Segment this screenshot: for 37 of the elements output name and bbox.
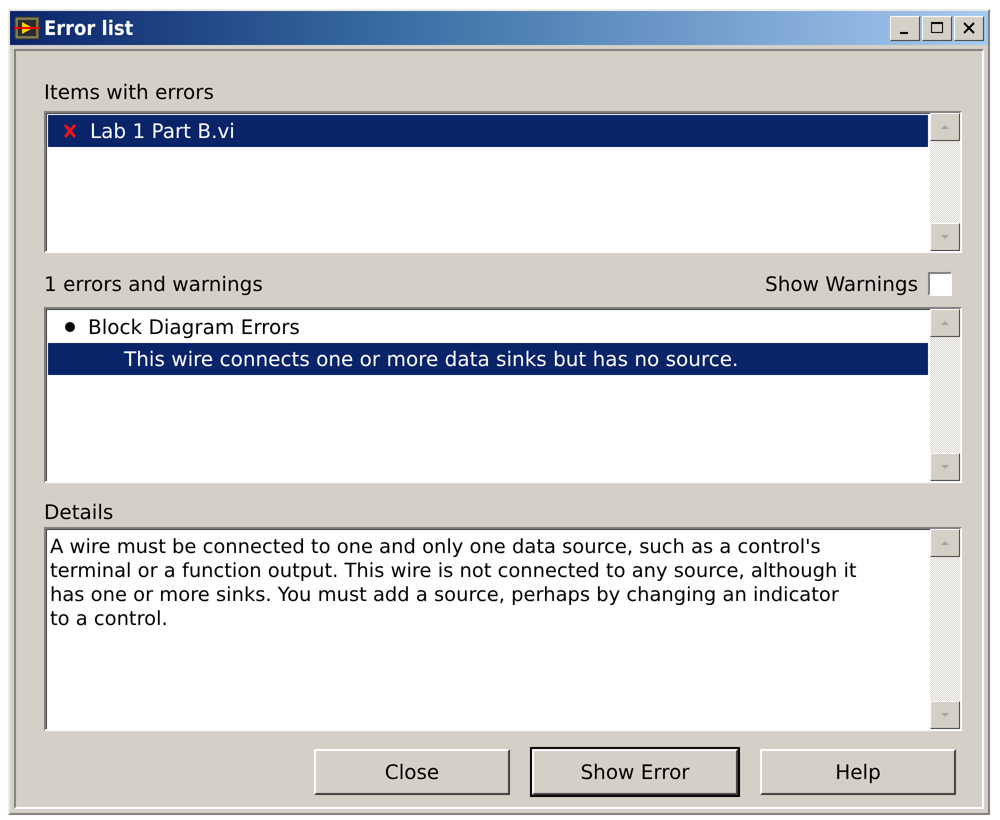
up-arrow-icon	[939, 319, 951, 327]
maximize-button[interactable]	[922, 16, 952, 40]
list-item[interactable]: Lab 1 Part B.vi	[48, 115, 928, 147]
scrollbar[interactable]	[930, 113, 960, 251]
maximize-icon	[930, 21, 944, 35]
minimize-icon	[900, 32, 908, 34]
tree-item[interactable]: This wire connects one or more data sinks but has no source.	[48, 343, 928, 375]
scroll-down-button[interactable]	[930, 701, 960, 729]
up-arrow-icon	[939, 539, 951, 547]
dialog-button[interactable]: Show Error	[532, 749, 738, 795]
scroll-up-button[interactable]	[930, 113, 960, 141]
dialog-button[interactable]: Help	[760, 749, 956, 795]
window-title: Error list	[44, 16, 134, 40]
close-button[interactable]	[954, 16, 984, 40]
details-label: Details	[44, 499, 114, 525]
scrollbar[interactable]	[930, 309, 960, 481]
dialog-button[interactable]: Close	[314, 749, 510, 795]
close-icon	[962, 21, 976, 35]
scroll-down-button[interactable]	[930, 453, 960, 481]
bullet-icon	[64, 321, 76, 333]
show-warnings-label: Show Warnings	[765, 271, 918, 297]
show-warnings-checkbox[interactable]	[928, 272, 952, 296]
scrollbar[interactable]	[930, 529, 960, 729]
down-arrow-icon	[939, 463, 951, 471]
scroll-up-button[interactable]	[930, 309, 960, 337]
scroll-down-button[interactable]	[930, 223, 960, 251]
down-arrow-icon	[939, 233, 951, 241]
minimize-button[interactable]	[890, 16, 920, 40]
scroll-up-button[interactable]	[930, 529, 960, 557]
items-label: Items with errors	[44, 79, 215, 105]
app-icon	[14, 16, 40, 40]
count-label: 1 errors and warnings	[44, 271, 263, 297]
up-arrow-icon	[939, 123, 951, 131]
down-arrow-icon	[939, 711, 951, 719]
error-icon	[62, 122, 78, 140]
details-text: A wire must be connected to one and only one data source, such as a control's terminal or a function output. This wire is not connected to any source, although it has one or more sinks. You must add a source, perhaps by changing an indicator to a control.	[50, 535, 858, 631]
tree-item[interactable]: Block Diagram Errors	[48, 311, 928, 343]
